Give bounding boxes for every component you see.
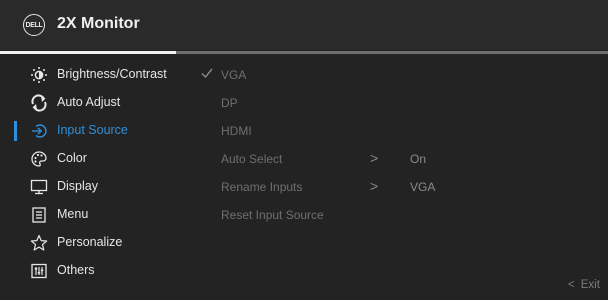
others-icon (29, 261, 49, 281)
menu-item-label: Personalize (57, 235, 123, 249)
exit-button[interactable]: < Exit (568, 279, 600, 291)
chevron-left-icon: < (568, 279, 575, 291)
input-source-icon (29, 121, 49, 141)
auto-adjust-icon (29, 93, 49, 113)
menu-item-color[interactable]: Color (0, 146, 190, 172)
submenu-item-label: DP (221, 96, 238, 110)
menu-item-input-source[interactable]: Input Source (0, 118, 190, 144)
chevron-right-icon: > (370, 150, 379, 166)
color-palette-icon (29, 149, 49, 169)
submenu-item-vga[interactable]: VGA (200, 62, 600, 88)
submenu-item-rename-inputs[interactable]: Rename Inputs > VGA (200, 174, 600, 200)
rename-inputs-value: VGA (410, 180, 436, 194)
menu-item-brightness-contrast[interactable]: Brightness/Contrast (0, 62, 190, 88)
submenu-item-dp[interactable]: DP (200, 90, 600, 116)
monitor-osd: DELL 2X Monitor Brightness/Contrast Auto… (0, 0, 608, 300)
submenu-item-label: VGA (221, 68, 247, 82)
menu-item-label: Color (57, 151, 87, 165)
submenu-item-reset-input-source[interactable]: Reset Input Source (200, 202, 600, 228)
menu-item-display[interactable]: Display (0, 174, 190, 200)
osd-header: DELL 2X Monitor (0, 0, 608, 50)
submenu-item-label: Auto Select (221, 152, 283, 166)
osd-title: 2X Monitor (57, 15, 140, 32)
checkmark-icon (200, 65, 214, 81)
menu-item-label: Input Source (57, 123, 128, 137)
submenu-item-label: Rename Inputs (221, 180, 303, 194)
selection-indicator (14, 121, 17, 141)
star-icon (29, 233, 49, 253)
header-divider-highlight (0, 51, 176, 54)
submenu-item-label: HDMI (221, 124, 252, 138)
dell-logo: DELL (23, 14, 45, 36)
menu-item-personalize[interactable]: Personalize (0, 230, 190, 256)
auto-select-value: On (410, 152, 427, 166)
submenu-item-hdmi[interactable]: HDMI (200, 118, 600, 144)
menu-item-label: Brightness/Contrast (57, 67, 167, 81)
chevron-right-icon: > (370, 178, 379, 194)
menu-item-auto-adjust[interactable]: Auto Adjust (0, 90, 190, 116)
exit-label: Exit (580, 279, 600, 291)
menu-item-label: Others (57, 263, 95, 277)
menu-item-label: Menu (57, 207, 89, 221)
submenu-item-label: Reset Input Source (221, 208, 324, 222)
menu-item-menu[interactable]: Menu (0, 202, 190, 228)
menu-item-others[interactable]: Others (0, 258, 190, 284)
brightness-icon (29, 65, 49, 85)
menu-item-label: Display (57, 179, 98, 193)
menu-icon (29, 205, 49, 225)
menu-item-label: Auto Adjust (57, 95, 121, 109)
display-icon (29, 177, 49, 197)
submenu-item-auto-select[interactable]: Auto Select > On (200, 146, 600, 172)
